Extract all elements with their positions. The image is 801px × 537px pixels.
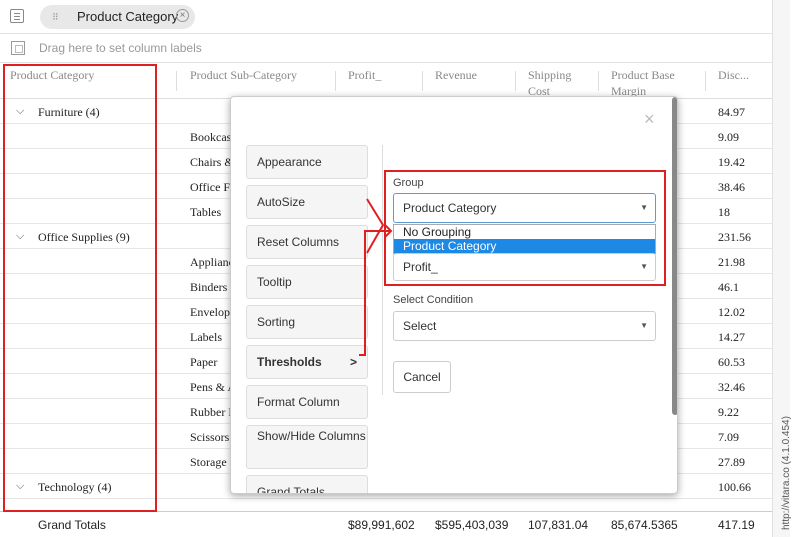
- condition-select[interactable]: Select ▼: [393, 311, 656, 341]
- header-separator: [176, 71, 177, 91]
- menu-thresholds[interactable]: Thresholds >: [246, 345, 368, 379]
- menu-thresholds-label: Thresholds: [257, 355, 322, 369]
- grand-total-shipping: 107,831.04: [528, 518, 589, 532]
- menu-reset-columns[interactable]: Reset Columns: [246, 225, 368, 259]
- close-icon[interactable]: ×: [644, 109, 655, 130]
- annotation-group-area: [384, 170, 666, 286]
- header-separator: [705, 71, 706, 91]
- menu-grand-totals[interactable]: Grand Totals: [246, 475, 368, 493]
- menu-icon[interactable]: [10, 9, 24, 23]
- watermark: http://vitara.co (4.1.0.454): [781, 416, 792, 530]
- annotation-arrow: [359, 198, 393, 356]
- discount-cell: 32.46: [718, 380, 745, 394]
- discount-cell: 9.22: [718, 405, 739, 419]
- grand-totals-row: Grand Totals $89,991,602 $595,403,039 10…: [0, 511, 772, 537]
- chevron-down-icon: ▼: [640, 321, 648, 330]
- discount-cell: 19.42: [718, 155, 745, 169]
- grand-total-profit: $89,991,602: [348, 518, 415, 532]
- drag-handle-icon[interactable]: ⠿: [52, 12, 60, 23]
- menu-show-hide-columns[interactable]: Show/Hide Columns: [246, 425, 368, 469]
- discount-cell: 231.56: [718, 230, 751, 244]
- menu-format-column[interactable]: Format Column: [246, 385, 368, 419]
- discount-cell: 100.66: [718, 480, 751, 494]
- discount-cell: 18: [718, 205, 730, 219]
- condition-select-value: Select: [403, 319, 437, 333]
- discount-cell: 84.97: [718, 105, 745, 119]
- header-separator: [422, 71, 423, 91]
- header-separator: [515, 71, 516, 91]
- discount-cell: 27.89: [718, 455, 745, 469]
- discount-cell: 12.02: [718, 305, 745, 319]
- discount-cell: 60.53: [718, 355, 745, 369]
- header-separator: [598, 71, 599, 91]
- dialog-scrollbar[interactable]: [672, 97, 677, 415]
- column-labels-icon: [11, 41, 25, 55]
- discount-cell: 9.09: [718, 130, 739, 144]
- close-icon[interactable]: ×: [176, 9, 189, 22]
- cancel-button[interactable]: Cancel: [393, 361, 451, 393]
- discount-cell: 7.09: [718, 430, 739, 444]
- grouping-chip[interactable]: ⠿ Product Category ×: [40, 5, 195, 29]
- grand-total-revenue: $595,403,039: [435, 518, 509, 532]
- grand-total-margin: 85,674.5365: [611, 518, 678, 532]
- menu-tooltip[interactable]: Tooltip: [246, 265, 368, 299]
- column-labels-dropzone[interactable]: Drag here to set column labels: [0, 35, 790, 63]
- top-toolbar: ⠿ Product Category ×: [0, 0, 790, 34]
- discount-cell: 38.46: [718, 180, 745, 194]
- dropzone-hint: Drag here to set column labels: [39, 41, 202, 55]
- discount-cell: 46.1: [718, 280, 739, 294]
- chip-label: Product Category: [77, 9, 179, 24]
- column-settings-dialog: × Appearance AutoSize Reset Columns Tool…: [230, 96, 678, 494]
- discount-cell: 21.98: [718, 255, 745, 269]
- grand-total-discount: 417.19: [718, 518, 755, 532]
- discount-cell: 14.27: [718, 330, 745, 344]
- select-condition-label: Select Condition: [393, 294, 474, 306]
- menu-sorting[interactable]: Sorting: [246, 305, 368, 339]
- menu-appearance[interactable]: Appearance: [246, 145, 368, 179]
- annotation-category-column: [3, 64, 157, 512]
- header-separator: [335, 71, 336, 91]
- grand-totals-label: Grand Totals: [38, 518, 106, 532]
- menu-autosize[interactable]: AutoSize: [246, 185, 368, 219]
